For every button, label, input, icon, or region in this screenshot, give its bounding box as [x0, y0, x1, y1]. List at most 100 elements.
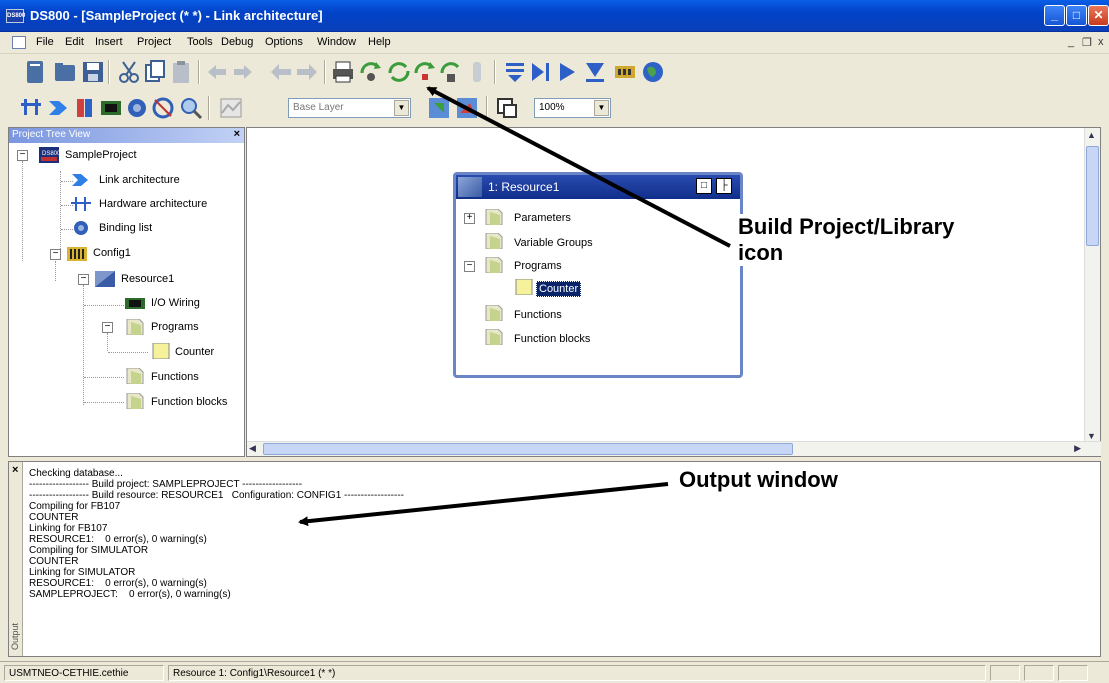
tree-item-io-wiring[interactable]: I/O Wiring: [151, 297, 200, 309]
io-wiring-icon: [125, 298, 145, 309]
navigate-forward-icon[interactable]: [294, 59, 320, 85]
mdi-close-button[interactable]: x: [1098, 36, 1104, 48]
maximize-button[interactable]: □: [696, 178, 712, 194]
download-icon[interactable]: [502, 59, 528, 85]
secondary-toolbar: Base Layer ▼ 100% ▼: [8, 90, 628, 126]
scroll-down-icon[interactable]: ▼: [1087, 431, 1096, 441]
menu-insert[interactable]: Insert: [95, 36, 123, 48]
stop-build-icon[interactable]: [464, 59, 490, 85]
close-button[interactable]: ✕: [1088, 5, 1109, 26]
tree-item-hardware-architecture[interactable]: Hardware architecture: [99, 198, 207, 210]
resource-window[interactable]: 1: Resource1 □ ├ + Parameters Variable G…: [453, 172, 743, 378]
vertical-scrollbar[interactable]: ▲ ▼: [1084, 128, 1100, 443]
close-icon[interactable]: ×: [12, 464, 18, 476]
search-icon[interactable]: [178, 95, 204, 121]
internet-globe-icon[interactable]: [640, 59, 666, 85]
tree-item-function-blocks[interactable]: Function blocks: [151, 396, 227, 408]
chevron-down-icon[interactable]: ▼: [394, 100, 409, 116]
print-icon[interactable]: [330, 59, 356, 85]
tree-item-programs[interactable]: Programs: [151, 321, 199, 333]
chevron-down-icon[interactable]: ▼: [594, 100, 609, 116]
function-blocks-folder-icon: [126, 393, 144, 409]
zoom-select[interactable]: 100% ▼: [534, 98, 611, 118]
collapse-toggle[interactable]: −: [464, 261, 475, 272]
resource-item-programs[interactable]: Programs: [514, 260, 562, 272]
output-tab-label[interactable]: Output: [10, 623, 20, 650]
debug-step-icon[interactable]: [528, 59, 554, 85]
collapse-toggle[interactable]: −: [17, 150, 28, 161]
maximize-button[interactable]: □: [1066, 5, 1087, 26]
parameters-folder-icon: [485, 209, 503, 225]
close-icon[interactable]: ×: [234, 128, 240, 140]
split-view-button[interactable]: ├: [716, 178, 732, 194]
resource-item-functions[interactable]: Functions: [514, 309, 562, 321]
tree-item-resource1[interactable]: Resource1: [121, 273, 174, 285]
import-icon[interactable]: [426, 95, 452, 121]
collapse-toggle[interactable]: −: [102, 322, 113, 333]
tree-item-binding-list[interactable]: Binding list: [99, 222, 152, 234]
toolbar-separator: [208, 96, 210, 120]
resource-item-parameters[interactable]: Parameters: [514, 212, 571, 224]
minimize-button[interactable]: _: [1044, 5, 1065, 26]
paste-icon[interactable]: [168, 59, 194, 85]
build-program-icon[interactable]: [438, 59, 464, 85]
scroll-right-icon[interactable]: ▶: [1074, 443, 1081, 454]
tree-item-config1[interactable]: Config1: [93, 247, 131, 259]
scroll-left-icon[interactable]: ◀: [249, 443, 256, 454]
menu-options[interactable]: Options: [265, 36, 303, 48]
tree-item-counter[interactable]: Counter: [175, 346, 214, 358]
mdi-restore-button[interactable]: ❐: [1082, 36, 1092, 49]
build-project-icon[interactable]: [358, 59, 384, 85]
menu-edit[interactable]: Edit: [65, 36, 84, 48]
debug-icon[interactable]: [582, 59, 608, 85]
link-icon[interactable]: [46, 95, 72, 121]
app-logo-icon: DS800: [6, 9, 25, 23]
io-simulation-icon[interactable]: [612, 59, 638, 85]
new-project-icon[interactable]: [22, 59, 48, 85]
build-resource-icon[interactable]: [412, 59, 438, 85]
tree-item-sampleproject[interactable]: SampleProject: [65, 149, 137, 161]
horizontal-scroll-thumb[interactable]: [263, 443, 793, 455]
title-bar[interactable]: DS800 DS800 - [SampleProject (* *) - Lin…: [0, 0, 1109, 32]
rebuild-icon[interactable]: [386, 59, 412, 85]
export-icon[interactable]: [454, 95, 480, 121]
binding-icon[interactable]: [124, 95, 150, 121]
menu-project[interactable]: Project: [137, 36, 171, 48]
collapse-toggle[interactable]: −: [78, 274, 89, 285]
mdi-minimize-button[interactable]: _: [1068, 36, 1074, 48]
navigate-back-icon[interactable]: [268, 59, 294, 85]
expand-toggle[interactable]: +: [464, 213, 475, 224]
layer-select[interactable]: Base Layer ▼: [288, 98, 411, 118]
configuration-icon[interactable]: [72, 95, 98, 121]
menu-help[interactable]: Help: [368, 36, 391, 48]
tree-item-functions[interactable]: Functions: [151, 371, 199, 383]
document-icon[interactable]: [12, 36, 26, 49]
network-icon[interactable]: [18, 95, 44, 121]
functions-folder-icon: [485, 305, 503, 321]
resource-item-variable-groups[interactable]: Variable Groups: [514, 237, 593, 249]
undo-icon[interactable]: [204, 59, 230, 85]
open-project-icon[interactable]: [52, 59, 78, 85]
io-board-icon[interactable]: [98, 95, 124, 121]
run-icon[interactable]: [554, 59, 580, 85]
resource-item-counter[interactable]: Counter: [536, 281, 582, 297]
menu-file[interactable]: File: [36, 36, 54, 48]
tree-item-link-architecture[interactable]: Link architecture: [99, 174, 180, 186]
output-line: ------------------ Build project: SAMPLE…: [29, 479, 303, 490]
menu-debug[interactable]: Debug: [221, 36, 253, 48]
horizontal-scrollbar[interactable]: ◀ ▶: [247, 441, 1101, 456]
cut-icon[interactable]: [116, 59, 142, 85]
menu-tools[interactable]: Tools: [187, 36, 213, 48]
vertical-scroll-thumb[interactable]: [1086, 146, 1099, 246]
resource-window-titlebar[interactable]: 1: Resource1 □ ├: [456, 175, 740, 199]
menu-window[interactable]: Window: [317, 36, 356, 48]
resource-item-function-blocks[interactable]: Function blocks: [514, 333, 590, 345]
copy-icon[interactable]: [142, 59, 168, 85]
layer-icon[interactable]: [218, 95, 244, 121]
collapse-toggle[interactable]: −: [50, 249, 61, 260]
spy-icon[interactable]: [150, 95, 176, 121]
zoom-fit-icon[interactable]: [494, 95, 520, 121]
save-icon[interactable]: [80, 59, 106, 85]
redo-icon[interactable]: [230, 59, 256, 85]
scroll-up-icon[interactable]: ▲: [1087, 130, 1096, 140]
